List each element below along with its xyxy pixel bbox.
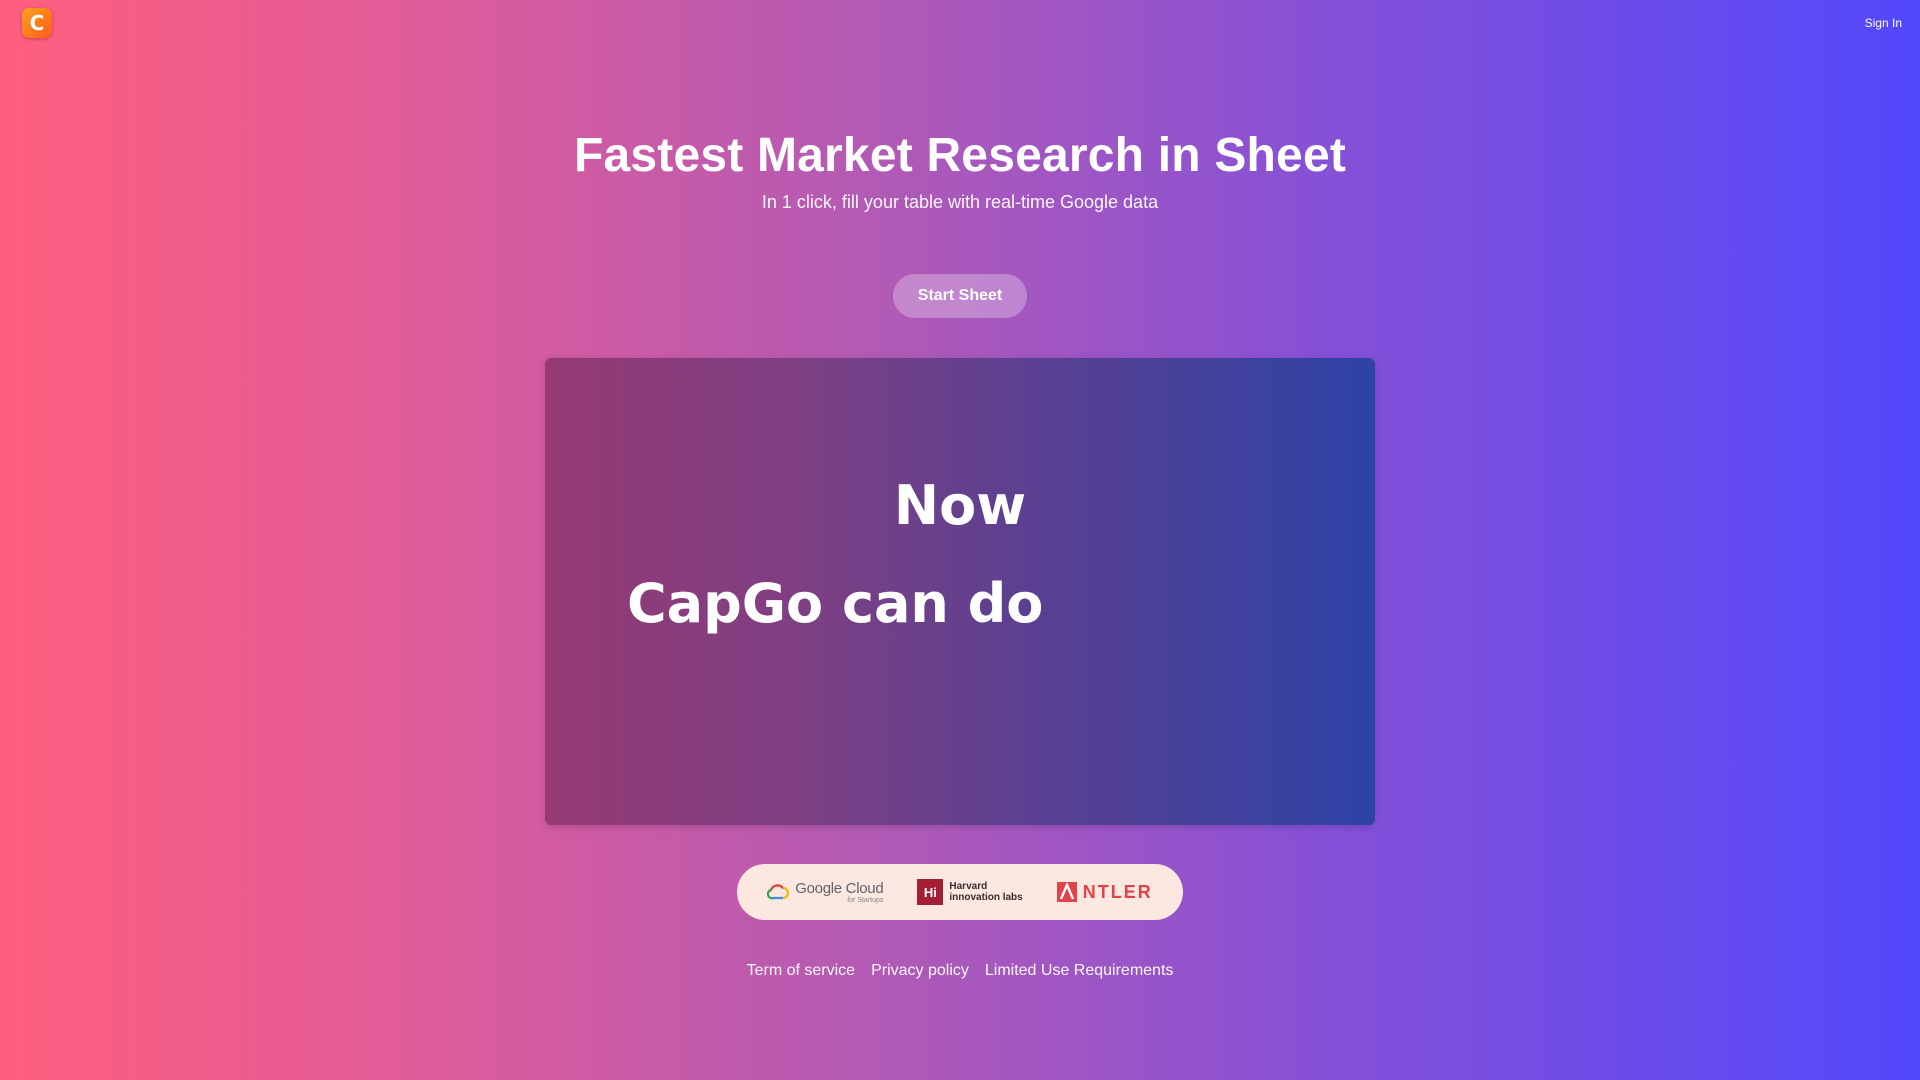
limited-use-requirements-link[interactable]: Limited Use Requirements xyxy=(985,962,1174,980)
logo-letter: C xyxy=(29,11,45,35)
footer-links: Term of service Privacy policy Limited U… xyxy=(0,962,1920,980)
terms-of-service-link[interactable]: Term of service xyxy=(747,962,855,980)
page-title: Fastest Market Research in Sheet xyxy=(573,129,1347,182)
video-caption-line1: Now xyxy=(893,474,1027,537)
privacy-policy-link[interactable]: Privacy policy xyxy=(871,962,969,980)
promo-video[interactable]: Now CapGo can do xyxy=(545,358,1375,825)
harvard-line1: Harvard xyxy=(949,880,988,892)
google-cloud-icon xyxy=(767,884,790,900)
app-logo[interactable]: C xyxy=(22,8,52,38)
harvard-innovation-labs-logo: Hi Harvard innovation labs xyxy=(917,879,1023,905)
start-sheet-button[interactable]: Start Sheet xyxy=(893,274,1027,318)
harvard-line2: innovation labs xyxy=(949,892,1023,903)
antler-logo: NTLER xyxy=(1056,881,1153,903)
google-cloud-name: Google Cloud xyxy=(795,879,884,897)
antler-a-icon xyxy=(1056,882,1077,902)
google-cloud-logo: Google Cloud for Startups xyxy=(767,879,884,904)
page-subtitle: In 1 click, fill your table with real-ti… xyxy=(761,192,1159,212)
harvard-mark: Hi xyxy=(917,879,944,905)
partner-logos: Google Cloud for Startups Hi Harvard inn… xyxy=(737,864,1183,920)
google-cloud-sub: for Startups xyxy=(847,896,884,904)
sign-in-link[interactable]: Sign In xyxy=(1865,16,1902,30)
video-caption-line2: CapGo can do xyxy=(627,572,1044,635)
antler-name: NTLER xyxy=(1082,881,1153,902)
